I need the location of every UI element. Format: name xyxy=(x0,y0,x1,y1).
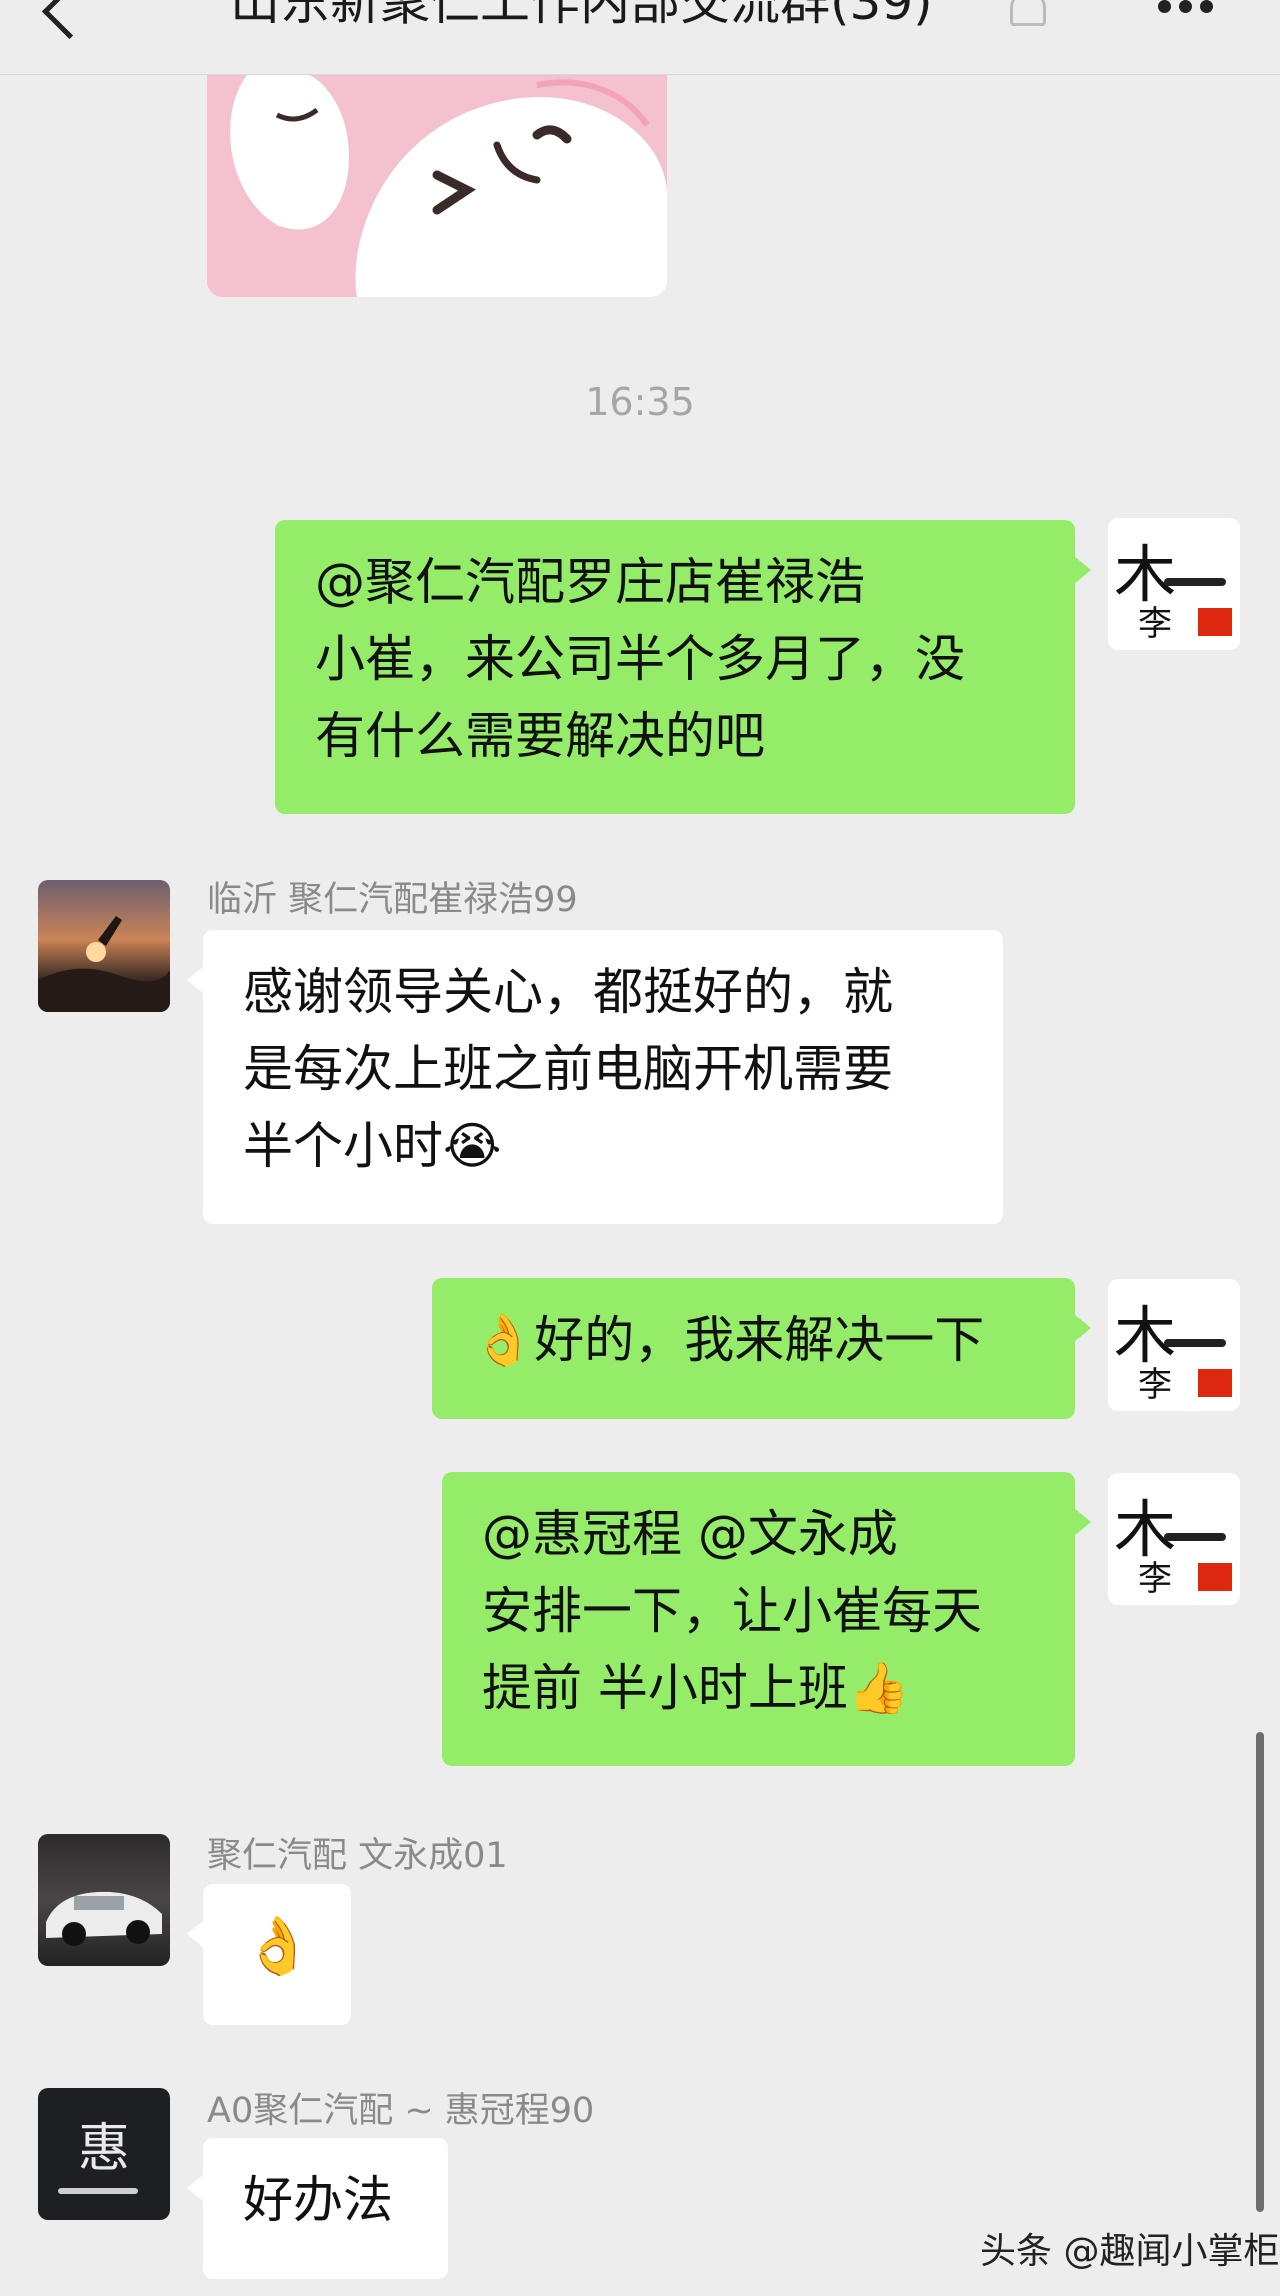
chat-header: 山东新聚仁工作内部交流群(39) xyxy=(0,0,1280,75)
avatar-brush-stroke xyxy=(1164,1339,1226,1347)
scrollbar[interactable] xyxy=(1256,1732,1264,2212)
mute-bell-icon xyxy=(1010,0,1046,26)
self-avatar[interactable]: 木 李 xyxy=(1108,1473,1240,1605)
avatar-calligraphy-li: 李 xyxy=(1138,1365,1172,1405)
message-text-line: 👌好的，我来解决一下 xyxy=(472,1311,985,1369)
watermark-text: 头条 @趣闻小掌柜 xyxy=(980,2231,1280,2272)
more-options-icon[interactable] xyxy=(1158,0,1213,13)
message-text-line: 好办法 xyxy=(243,2171,393,2229)
message-text-line: @惠冠程 @文永成 xyxy=(482,1505,898,1563)
avatar-brush-stroke xyxy=(1164,1533,1226,1541)
china-flag-icon xyxy=(1198,608,1232,636)
message-bubble-other[interactable]: 👌 xyxy=(187,1884,351,2025)
message-text-line: 安排一下，让小崔每天 xyxy=(482,1582,982,1640)
message-text-line: 小崔，来公司半个多月了，没 xyxy=(315,630,965,688)
china-flag-icon xyxy=(1198,1563,1232,1591)
sender-name: 临沂 聚仁汽配崔禄浩99 xyxy=(207,880,578,920)
sender-name: A0聚仁汽配 ~ 惠冠程90 xyxy=(207,2091,595,2131)
message-text-line: 感谢领导关心，都挺好的，就 xyxy=(243,963,893,1021)
message-text-line: 半个小时😭 xyxy=(243,1117,502,1175)
sender-avatar-sunset[interactable] xyxy=(38,880,170,1012)
message-bubble-other[interactable]: 好办法 xyxy=(187,2138,448,2279)
back-arrow-icon[interactable] xyxy=(41,0,98,40)
message-text-line: 提前 半小时上班👍 xyxy=(482,1659,911,1717)
message-bubble-self[interactable]: @聚仁汽配罗庄店崔禄浩 小崔，来公司半个多月了，没 有什么需要解决的吧 xyxy=(275,520,1091,814)
avatar-brush-stroke xyxy=(1164,578,1226,586)
avatar-signature-stroke xyxy=(58,2188,138,2194)
message-text-line: @聚仁汽配罗庄店崔禄浩 xyxy=(315,553,865,611)
message-bubble-other[interactable]: 感谢领导关心，都挺好的，就 是每次上班之前电脑开机需要 半个小时😭 xyxy=(187,930,1003,1224)
message-bubble-self[interactable]: @惠冠程 @文永成 安排一下，让小崔每天 提前 半小时上班👍 xyxy=(442,1472,1091,1766)
message-timestamp: 16:35 xyxy=(585,380,695,424)
message-text-line: 是每次上班之前电脑开机需要 xyxy=(243,1040,893,1098)
message-bubble-self[interactable]: 👌好的，我来解决一下 xyxy=(432,1278,1091,1419)
self-avatar[interactable]: 木 李 xyxy=(1108,518,1240,650)
message-text-line: 有什么需要解决的吧 xyxy=(315,707,765,765)
group-title: 山东新聚仁工作内部交流群(39) xyxy=(230,0,933,31)
china-flag-icon xyxy=(1198,1369,1232,1397)
message-text-line: 👌 xyxy=(243,1914,313,1979)
avatar-calligraphy-li: 李 xyxy=(1138,1559,1172,1599)
sticker-image[interactable] xyxy=(207,75,667,297)
sender-avatar-hui[interactable]: 惠 xyxy=(38,2088,170,2220)
avatar-calligraphy-li: 李 xyxy=(1138,604,1172,644)
avatar-calligraphy-hui: 惠 xyxy=(78,2119,131,2179)
self-avatar[interactable]: 木 李 xyxy=(1108,1279,1240,1411)
sender-avatar-car[interactable] xyxy=(38,1834,170,1966)
sender-name: 聚仁汽配 文永成01 xyxy=(207,1836,508,1876)
